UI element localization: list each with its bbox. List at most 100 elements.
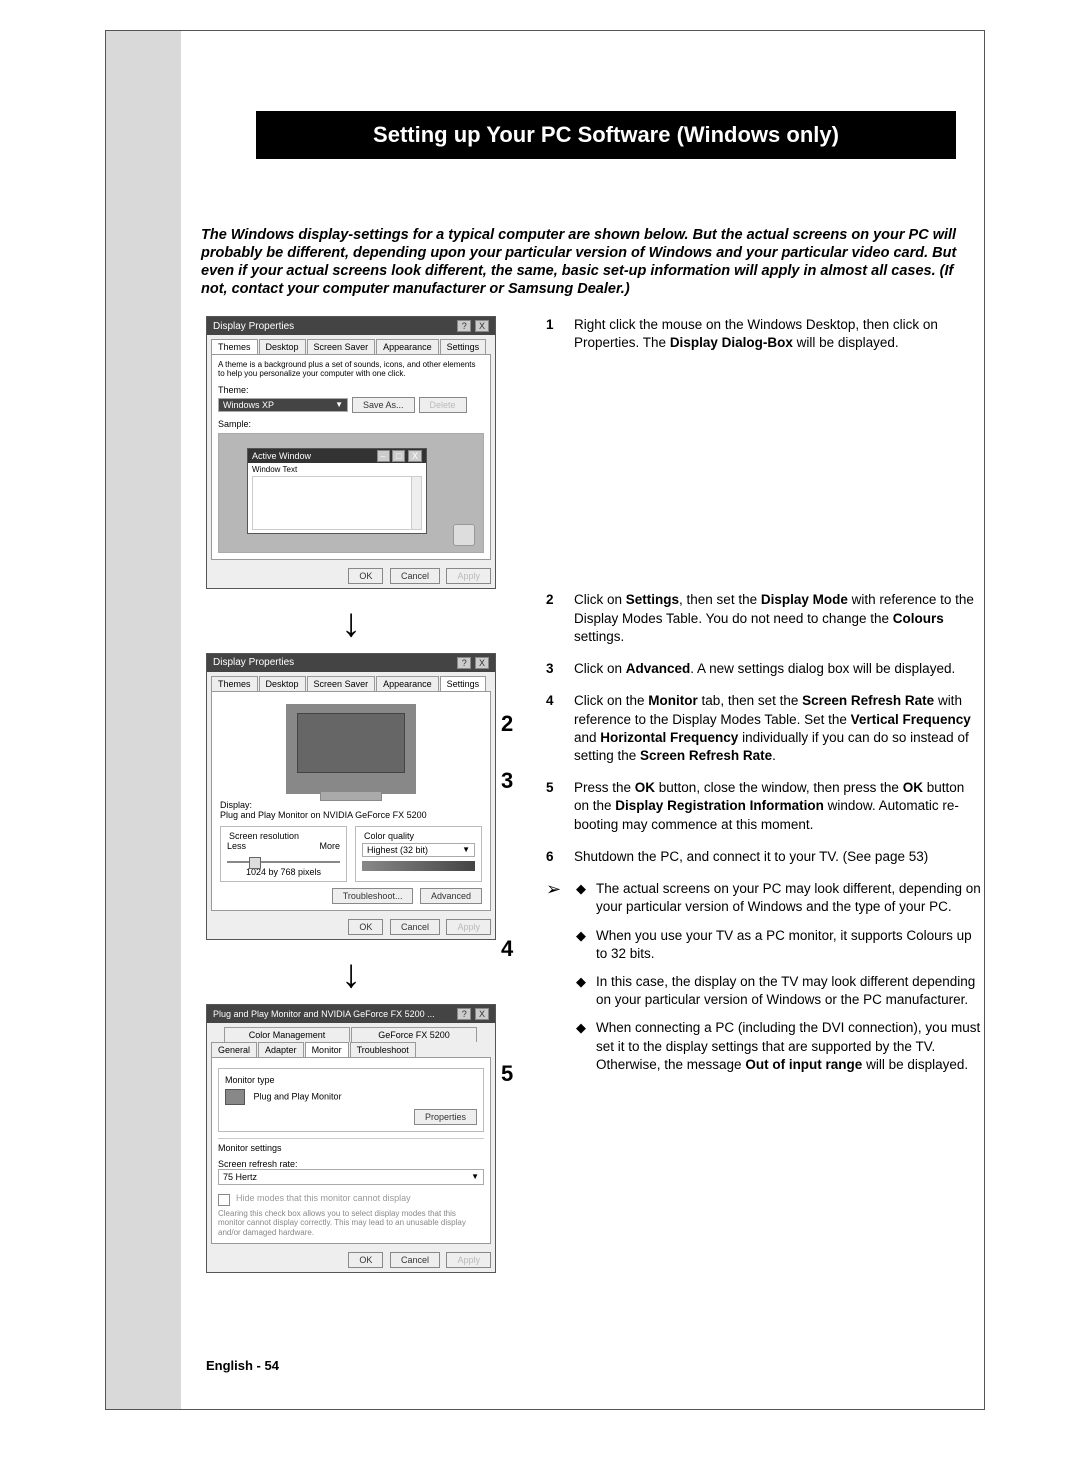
help-icon[interactable]: ?	[457, 320, 471, 332]
color-quality-value: Highest (32 bit)	[367, 845, 428, 855]
tab-adapter[interactable]: Adapter	[258, 1042, 304, 1057]
monitor-icon	[225, 1089, 245, 1105]
cancel-button[interactable]: Cancel	[390, 568, 440, 584]
note-bullet: ◆When connecting a PC (including the DVI…	[576, 1019, 981, 1074]
properties-button[interactable]: Properties	[414, 1109, 477, 1125]
ok-button[interactable]: OK	[348, 568, 383, 584]
step-number: 6	[546, 848, 574, 866]
troubleshoot-button[interactable]: Troubleshoot...	[332, 888, 414, 904]
apply-button[interactable]: Apply	[446, 568, 491, 584]
tab-desktop[interactable]: Desktop	[259, 339, 306, 354]
dialog2-body: Display: Plug and Play Monitor on NVIDIA…	[211, 691, 491, 911]
sample-label: Sample:	[218, 419, 484, 429]
arrow-down-icon: ↓	[206, 603, 496, 643]
chevron-down-icon: ▼	[462, 845, 470, 854]
hide-modes-checkbox[interactable]	[218, 1194, 230, 1206]
close-icon[interactable]: X	[475, 320, 489, 332]
monitor-type-name: Plug and Play Monitor	[254, 1091, 342, 1101]
monitor-type-group: Monitor type Plug and Play Monitor Prope…	[218, 1068, 484, 1132]
note-bullet: ◆In this case, the display on the TV may…	[576, 973, 981, 1009]
ok-button[interactable]: OK	[348, 1252, 383, 1268]
dialog2-tabs: Themes Desktop Screen Saver Appearance S…	[207, 672, 495, 691]
resolution-slider[interactable]	[227, 861, 340, 863]
scrollbar	[411, 477, 421, 529]
figures-column: Display Properties ? X Themes Desktop Sc…	[206, 316, 496, 1273]
tab-themes[interactable]: Themes	[211, 339, 258, 354]
dialog3-tabs-top: Color Management GeForce FX 5200	[207, 1023, 495, 1042]
monitor-preview-icon	[286, 704, 416, 794]
footer-page-number: 54	[265, 1358, 279, 1373]
tab-troubleshoot[interactable]: Troubleshoot	[350, 1042, 416, 1057]
dialog3-button-row: OK Cancel Apply	[207, 1248, 495, 1272]
tab-screen-saver[interactable]: Screen Saver	[307, 339, 376, 354]
dialog3-titlebar: Plug and Play Monitor and NVIDIA GeForce…	[207, 1005, 495, 1023]
apply-button[interactable]: Apply	[446, 919, 491, 935]
diamond-icon: ◆	[576, 1019, 586, 1074]
tab-settings[interactable]: Settings	[440, 339, 487, 354]
step-number: 4	[546, 692, 574, 765]
tab-screen-saver[interactable]: Screen Saver	[307, 676, 376, 691]
apply-button[interactable]: Apply	[446, 1252, 491, 1268]
step-5: 5 Press the OK button, close the window,…	[546, 779, 981, 834]
step-body: Click on Settings, then set the Display …	[574, 591, 981, 646]
tab-desktop[interactable]: Desktop	[259, 676, 306, 691]
page-title: Setting up Your PC Software (Windows onl…	[373, 122, 839, 147]
save-as-button[interactable]: Save As...	[352, 397, 415, 413]
callout-4: 4	[501, 936, 513, 962]
chevron-down-icon: ▼	[471, 1172, 479, 1181]
monitor-settings-group: Monitor settings Screen refresh rate: 75…	[218, 1138, 484, 1238]
display-label: Display:	[218, 800, 484, 810]
dialog3-title: Plug and Play Monitor and NVIDIA GeForce…	[213, 1009, 435, 1019]
tab-geforce[interactable]: GeForce FX 5200	[351, 1027, 477, 1042]
tab-themes[interactable]: Themes	[211, 676, 258, 691]
sample-preview: Active Window – □ X Window Text	[218, 433, 484, 553]
dialog1-button-row: OK Cancel Apply	[207, 564, 495, 588]
close-icon[interactable]: X	[475, 657, 489, 669]
step-1: 1 Right click the mouse on the Windows D…	[546, 316, 981, 352]
note-bullet: ◆The actual screens on your PC may look …	[576, 880, 981, 916]
callout-5: 5	[501, 1061, 513, 1087]
step-6: 6 Shutdown the PC, and connect it to you…	[546, 848, 981, 866]
resolution-value: 1024 by 768 pixels	[227, 867, 340, 877]
color-bar	[362, 861, 475, 871]
help-icon[interactable]: ?	[457, 1008, 471, 1020]
color-quality-title: Color quality	[362, 831, 416, 841]
screen-resolution-title: Screen resolution	[227, 831, 301, 841]
step-number: 1	[546, 316, 574, 352]
active-window-title: Active Window	[252, 451, 311, 461]
dialog1-title: Display Properties	[213, 321, 294, 332]
tab-appearance[interactable]: Appearance	[376, 676, 439, 691]
cancel-button[interactable]: Cancel	[390, 1252, 440, 1268]
callout-2: 2	[501, 711, 513, 737]
dialog1-body: A theme is a background plus a set of so…	[211, 354, 491, 560]
tab-settings[interactable]: Settings	[440, 676, 487, 691]
color-quality-select[interactable]: Highest (32 bit) ▼	[362, 843, 475, 857]
close-icon[interactable]: X	[475, 1008, 489, 1020]
callout-3: 3	[501, 768, 513, 794]
refresh-rate-select[interactable]: 75 Hertz ▼	[218, 1169, 484, 1185]
tab-appearance[interactable]: Appearance	[376, 339, 439, 354]
refresh-rate-value: 75 Hertz	[223, 1172, 257, 1182]
theme-select[interactable]: Windows XP ▼	[218, 398, 348, 412]
step-4: 4 Click on the Monitor tab, then set the…	[546, 692, 981, 765]
slider-more-label: More	[319, 841, 340, 851]
tab-general[interactable]: General	[211, 1042, 257, 1057]
display-properties-themes-dialog: Display Properties ? X Themes Desktop Sc…	[206, 316, 496, 589]
help-icon[interactable]: ?	[457, 657, 471, 669]
note-bullet: ◆When you use your TV as a PC monitor, i…	[576, 927, 981, 963]
dialog2-button-row: OK Cancel Apply	[207, 915, 495, 939]
ok-button[interactable]: OK	[348, 919, 383, 935]
step-number: 5	[546, 779, 574, 834]
color-quality-group: Color quality Highest (32 bit) ▼	[355, 826, 482, 882]
cancel-button[interactable]: Cancel	[390, 919, 440, 935]
hide-modes-label: Hide modes that this monitor cannot disp…	[236, 1193, 411, 1203]
tab-color-management[interactable]: Color Management	[224, 1027, 350, 1042]
arrow-down-icon: ↓	[206, 954, 496, 994]
screen-resolution-group: Screen resolution Less More 1024 by 768 …	[220, 826, 347, 882]
recycle-bin-icon	[453, 524, 475, 546]
delete-button[interactable]: Delete	[419, 397, 467, 413]
tab-monitor[interactable]: Monitor	[305, 1042, 349, 1057]
advanced-button[interactable]: Advanced	[420, 888, 482, 904]
instructions-column: 1 Right click the mouse on the Windows D…	[546, 316, 981, 1084]
dialog2-titlebar: Display Properties ? X	[207, 654, 495, 672]
